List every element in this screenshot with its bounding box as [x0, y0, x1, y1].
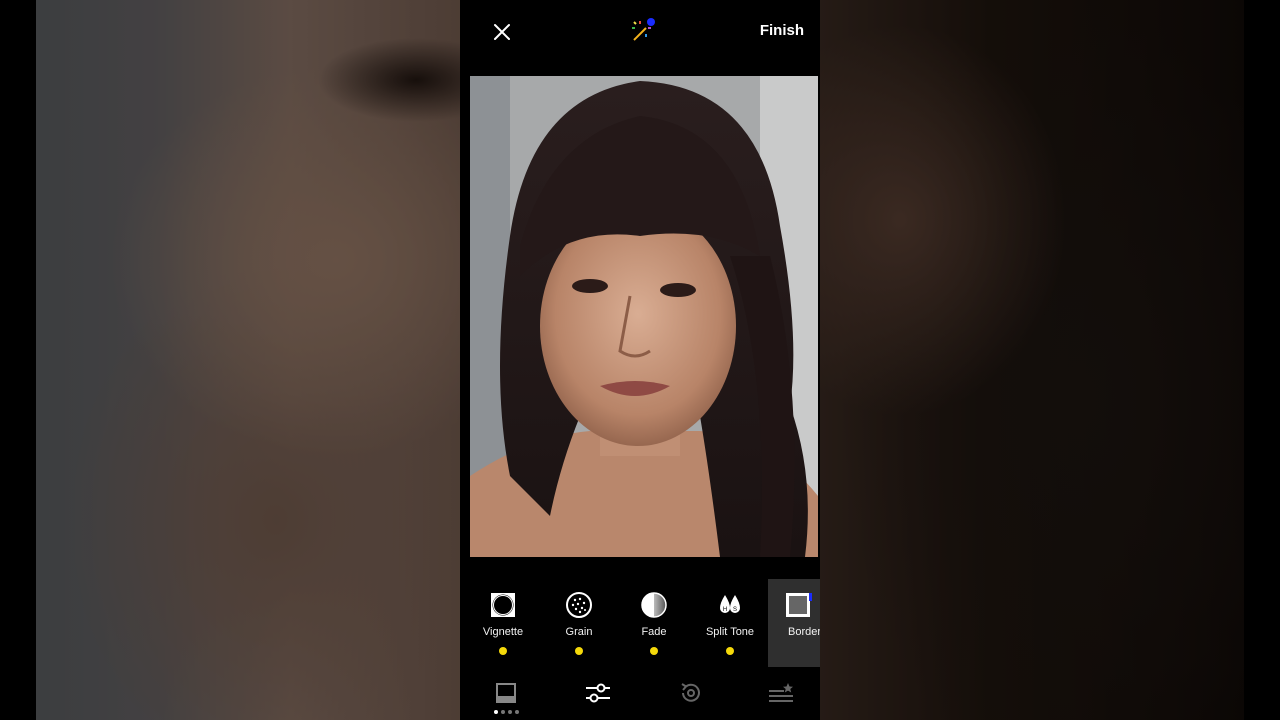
tool-label: Grain: [565, 626, 593, 638]
active-dot: [499, 647, 507, 655]
nav-recipes[interactable]: [766, 678, 796, 708]
tool-label: Fade: [641, 626, 667, 638]
pager-dots: [494, 710, 519, 714]
magic-wand-icon: [632, 18, 655, 41]
magic-wand-button[interactable]: [628, 16, 658, 46]
active-dot: [726, 647, 734, 655]
adjust-sliders-icon: [586, 683, 610, 703]
blurred-background-left: [36, 0, 460, 720]
history-icon: [681, 683, 700, 702]
grain-icon: [566, 592, 592, 618]
borders-icon: [786, 593, 812, 617]
fade-icon: [641, 592, 667, 618]
photo-editor-app: Finish Vignette Grain Fade H S Split Ton…: [460, 0, 820, 720]
recipes-icon: [769, 683, 793, 702]
tool-strip: Vignette Grain Fade H S Split Tone Borde…: [460, 579, 820, 667]
blurred-background-right: [820, 0, 1244, 720]
tool-borders[interactable]: Borders: [768, 579, 820, 667]
svg-text:S: S: [733, 607, 737, 613]
top-bar: Finish: [460, 0, 820, 70]
active-dot: [575, 647, 583, 655]
tool-label: Borders: [788, 626, 820, 638]
active-dot: [650, 647, 658, 655]
tool-vignette[interactable]: Vignette: [465, 579, 541, 667]
finish-button[interactable]: Finish: [760, 22, 804, 39]
close-button[interactable]: [488, 18, 516, 46]
portrait-photo: [470, 76, 818, 557]
photo-canvas[interactable]: [470, 76, 818, 557]
nav-adjust[interactable]: [583, 678, 613, 708]
nav-presets[interactable]: [491, 678, 521, 708]
tool-split-tone[interactable]: H S Split Tone: [692, 579, 768, 667]
tool-label: Split Tone: [705, 626, 755, 638]
nav-history[interactable]: [676, 678, 706, 708]
bottom-nav: [460, 672, 820, 720]
vignette-icon: [491, 593, 515, 617]
split-tone-icon: H S: [720, 595, 740, 613]
svg-text:H: H: [723, 607, 727, 613]
tool-fade[interactable]: Fade: [616, 579, 692, 667]
tool-label: Vignette: [482, 626, 524, 638]
close-icon: [494, 24, 510, 40]
presets-icon: [496, 683, 516, 703]
tool-grain[interactable]: Grain: [541, 579, 617, 667]
